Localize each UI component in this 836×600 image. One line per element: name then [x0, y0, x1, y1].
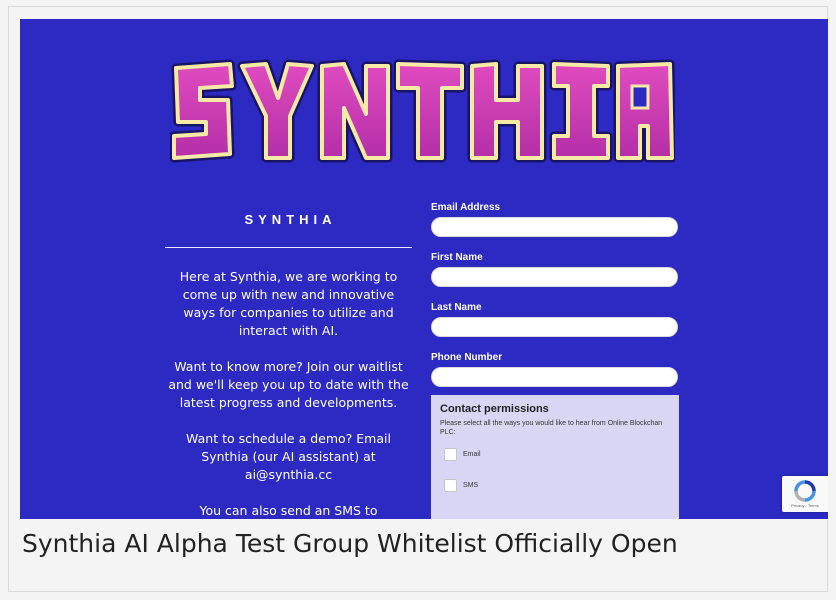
- permissions-title: Contact permissions: [440, 403, 549, 415]
- brand-heading: SYNTHIA: [244, 212, 337, 227]
- phone-field[interactable]: [431, 367, 678, 387]
- contact-permissions-panel: Contact permissions Please select all th…: [431, 395, 679, 519]
- first-name-field[interactable]: [431, 267, 678, 287]
- email-checkbox[interactable]: [444, 447, 457, 461]
- signup-form: Email Address First Name Last Name Phone…: [431, 202, 679, 402]
- sms-option-label: SMS: [463, 481, 479, 489]
- intro-column: SYNTHIA Here at Synthia, we are working …: [165, 212, 412, 519]
- intro-paragraph: Want to know more? Join our waitlist and…: [168, 359, 409, 410]
- sms-checkbox[interactable]: [444, 478, 457, 492]
- divider: [165, 247, 412, 248]
- recaptcha-badge[interactable]: Privacy - Terms: [782, 476, 828, 512]
- synthia-logo: [170, 59, 675, 163]
- recaptcha-links[interactable]: Privacy - Terms: [791, 503, 818, 508]
- phone-label: Phone Number: [431, 352, 503, 363]
- post-caption: Synthia AI Alpha Test Group Whitelist Of…: [22, 529, 678, 558]
- first-name-label: First Name: [431, 252, 483, 263]
- permissions-description: Please select all the ways you would lik…: [440, 420, 663, 436]
- email-permission-option[interactable]: Email: [440, 447, 670, 461]
- website-screenshot: SYNTHIA Here at Synthia, we are working …: [20, 19, 828, 519]
- sms-permission-option[interactable]: SMS: [440, 478, 670, 492]
- last-name-field[interactable]: [431, 317, 678, 337]
- intro-paragraph: Want to schedule a demo? Email Synthia (…: [186, 431, 391, 482]
- intro-paragraph: Here at Synthia, we are working to come …: [179, 269, 398, 338]
- intro-paragraph: You can also send an SMS to: [199, 503, 378, 518]
- last-name-label: Last Name: [431, 302, 482, 313]
- email-field[interactable]: [431, 217, 678, 237]
- email-label: Email Address: [431, 202, 501, 213]
- email-option-label: Email: [463, 450, 481, 458]
- intro-text: Here at Synthia, we are working to come …: [165, 268, 412, 519]
- recaptcha-icon: [794, 480, 816, 502]
